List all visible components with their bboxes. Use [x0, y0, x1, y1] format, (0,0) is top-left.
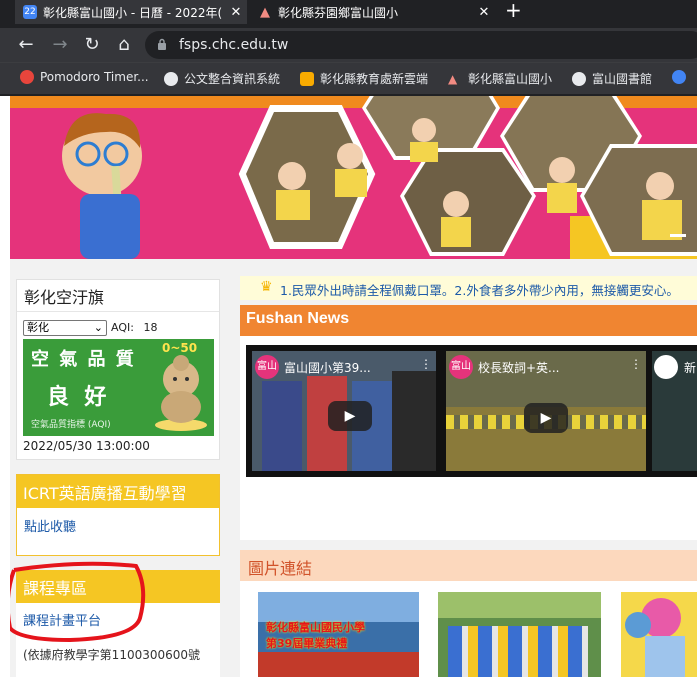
gallery-panel: 圖片連結 彰化縣富山國民小學 第39屆畢業典禮: [240, 550, 697, 677]
forward-arrow-icon[interactable]: →: [48, 33, 72, 57]
video-title: 富山國小第39...: [284, 361, 371, 375]
bookmark-item[interactable]: 富山國書館: [572, 70, 652, 87]
buddha-mascot-icon: [155, 355, 207, 431]
close-tab-icon[interactable]: ✕: [473, 5, 495, 20]
panel-title: Fushan News: [246, 310, 350, 327]
bookmark-overflow-icon[interactable]: [672, 70, 692, 84]
banner-graphic: [10, 96, 697, 259]
bookmark-label: 彰化縣教育處新雲端: [320, 72, 429, 86]
more-vert-icon[interactable]: ⋮: [420, 357, 432, 371]
browser-tab[interactable]: 22 彰化縣富山國小 - 日曆 - 2022年( ✕: [15, 0, 247, 24]
more-vert-icon[interactable]: ⋮: [630, 357, 642, 371]
red-annotation-circle: [10, 561, 146, 643]
gallery-thumbnail[interactable]: [438, 592, 601, 677]
bookmark-label: 彰化縣富山國小: [468, 72, 553, 86]
flag-title: 空 氣 品 質: [31, 349, 136, 370]
aqi-readout: AQI: 18: [111, 321, 157, 334]
icrt-panel: ICRT英語廣播互動學習 點此收聽: [16, 474, 220, 556]
address-bar[interactable]: fsps.chc.edu.tw: [145, 31, 697, 59]
warning-triangle-icon: ▲: [448, 71, 458, 86]
video-title: 校長致詞+英...: [478, 361, 560, 375]
icrt-header: ICRT英語廣播互動學習: [17, 475, 219, 508]
city-select[interactable]: 彰化 ⌄: [23, 320, 107, 336]
bookmark-item[interactable]: 彰化縣教育處新雲端: [300, 70, 428, 87]
globe-icon: [164, 71, 178, 86]
close-tab-icon[interactable]: ✕: [225, 5, 247, 20]
gallery-thumbnail[interactable]: 彰化縣富山國民小學 第39屆畢業典禮: [258, 592, 419, 677]
panel-title: 圖片連結: [248, 559, 313, 578]
bookmark-item[interactable]: Pomodoro Timer...: [20, 70, 149, 84]
video-title: 新: [684, 361, 697, 375]
video-thumbnail[interactable]: 富山 校長致詞+英... ⋮ ▶: [446, 351, 646, 471]
tab-title: 彰化縣富山國小 - 日曆 - 2022年(: [43, 5, 223, 20]
gallery-thumbnail[interactable]: [621, 592, 697, 677]
bookmark-item[interactable]: ▲ 彰化縣富山國小: [448, 70, 552, 87]
crown-icon: ♛: [260, 279, 273, 295]
back-arrow-icon[interactable]: ←: [14, 33, 38, 57]
play-icon[interactable]: ▶: [328, 401, 372, 431]
flag-range: 0~50: [162, 341, 198, 355]
web-page: 彰化空汙旗 彰化 ⌄ AQI: 18 空 氣 品 質 0~50 良 好 空氣品質…: [10, 96, 697, 677]
panel-title: ICRT英語廣播互動學習: [23, 484, 187, 503]
air-quality-panel: 彰化空汙旗 彰化 ⌄ AQI: 18 空 氣 品 質 0~50 良 好 空氣品質…: [16, 279, 220, 460]
calendar-icon: 22: [23, 5, 37, 19]
flag-status: 良 好: [47, 385, 107, 410]
video-thumbnail[interactable]: 新: [652, 351, 697, 471]
icrt-listen-link[interactable]: 點此收聽: [24, 516, 76, 535]
city-select-value: 彰化: [27, 321, 49, 334]
reload-icon[interactable]: ↻: [80, 33, 104, 57]
warning-triangle-icon: ▲: [260, 4, 270, 20]
globe-icon: [572, 71, 586, 86]
announcement-marquee[interactable]: ♛ 1.民眾外出時請全程佩戴口罩。2.外食者多外帶少內用，無接觸更安心。: [240, 276, 697, 300]
gallery-header: 圖片連結: [240, 550, 697, 581]
bookmark-label: 富山國書館: [592, 72, 653, 86]
navigation-bar: ← → ↻ ⌂ fsps.chc.edu.tw: [0, 28, 697, 62]
bookmark-label: Pomodoro Timer...: [40, 70, 149, 84]
bookmark-item[interactable]: 公文整合資訊系統: [164, 70, 280, 87]
aqi-timestamp: 2022/05/30 13:00:00: [23, 439, 150, 453]
news-header: Fushan News: [240, 305, 697, 336]
bookmarks-bar: Pomodoro Timer... 公文整合資訊系統 彰化縣教育處新雲端 ▲ 彰化…: [0, 62, 697, 94]
course-note: (依據府教學字第1100300600號: [23, 648, 201, 662]
news-panel: Fushan News 富山 富山國小第39... ⋮ ▶ 富山 校長致詞+英.…: [240, 305, 697, 540]
thumbnail-caption: 彰化縣富山國民小學 第39屆畢業典禮: [266, 621, 365, 650]
url-text: fsps.chc.edu.tw: [179, 37, 289, 53]
channel-avatar: 富山: [449, 355, 473, 379]
video-thumbnail[interactable]: 富山 富山國小第39... ⋮ ▶: [252, 351, 436, 471]
channel-avatar: 富山: [255, 355, 279, 379]
home-icon[interactable]: ⌂: [112, 33, 136, 57]
video-strip: 富山 富山國小第39... ⋮ ▶ 富山 校長致詞+英... ⋮ ▶ 新: [246, 345, 697, 477]
lock-icon: [158, 38, 166, 50]
aqi-label: AQI:: [111, 321, 134, 334]
tab-title: 彰化縣芬園鄉富山國小: [278, 5, 399, 20]
weather-icon: [300, 71, 314, 86]
chevron-down-icon: ⌄: [93, 321, 103, 334]
new-tab-button[interactable]: +: [505, 0, 525, 22]
aqi-value: 18: [143, 321, 158, 334]
panel-title: 彰化空汙旗: [24, 288, 105, 307]
check-circle-icon: [20, 70, 34, 84]
banner-image: [10, 96, 697, 259]
announcement-text: 1.民眾外出時請全程佩戴口罩。2.外食者多外帶少內用，無接觸更安心。: [280, 283, 679, 298]
play-icon[interactable]: ▶: [524, 403, 568, 433]
aqi-flag-image: 空 氣 品 質 0~50 良 好 空氣品質指標 (AQI): [23, 339, 214, 436]
browser-chrome: 22 彰化縣富山國小 - 日曆 - 2022年( ✕ ▲ 彰化縣芬園鄉富山國小 …: [0, 0, 697, 96]
browser-tab-active[interactable]: ▲ 彰化縣芬園鄉富山國小 ✕: [250, 0, 495, 24]
flag-subtitle: 空氣品質指標 (AQI): [31, 420, 111, 430]
bookmark-label: 公文整合資訊系統: [184, 72, 281, 86]
